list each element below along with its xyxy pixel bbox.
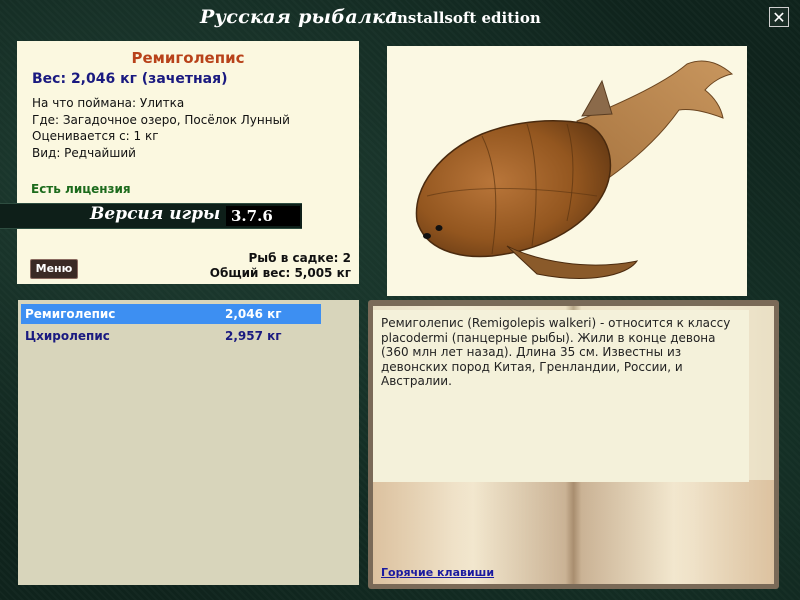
app-edition: Installsoft edition	[390, 9, 541, 27]
keepnet-stats: Рыб в садке: 2 Общий вес: 5,005 кг	[210, 251, 351, 281]
version-value: 3.7.6	[226, 206, 300, 226]
fish-count: Рыб в садке: 2	[248, 251, 352, 265]
list-item-name: Цхиролепис	[25, 329, 110, 343]
close-button[interactable]: ✕	[769, 7, 789, 27]
fish-weight: Вес: 2,046 кг (зачетная)	[32, 71, 228, 87]
list-item[interactable]: Ремиголепис 2,046 кг	[21, 304, 321, 324]
fish-image	[415, 60, 734, 279]
rarity-line: Вид: Редчайший	[32, 145, 136, 160]
fish-photo-panel	[387, 46, 747, 296]
hotkeys-link[interactable]: Горячие клавиши	[381, 566, 494, 579]
catch-info-panel: Ремиголепис Вес: 2,046 кг (зачетная) На …	[17, 41, 359, 284]
rated-from-line: Оценивается с: 1 кг	[32, 129, 159, 143]
catch-details: На что поймана: Улитка Где: Загадочное о…	[32, 95, 290, 161]
version-bar: Версия игры 3.7.6	[0, 203, 302, 229]
version-label: Версия игры	[90, 204, 221, 224]
bait-line: На что поймана: Улитка	[32, 96, 185, 110]
menu-button[interactable]: Меню	[30, 259, 78, 279]
license-status: Есть лицензия	[31, 182, 131, 196]
encyclopedia-book: Ремиголепис (Remigolepis walkeri) - отно…	[368, 300, 779, 589]
close-icon: ✕	[772, 8, 786, 27]
list-item-weight: 2,046 кг	[225, 307, 282, 321]
fish-name: Ремиголепис	[131, 49, 245, 67]
title-bar: Русская рыбалка Installsoft edition	[200, 6, 620, 32]
total-weight: Общий вес: 5,005 кг	[209, 266, 351, 280]
app-title: Русская рыбалка	[200, 6, 398, 28]
list-item[interactable]: Цхиролепис 2,957 кг	[21, 326, 321, 346]
keepnet-list: Ремиголепис 2,046 кг Цхиролепис 2,957 кг	[18, 300, 359, 585]
fish-description: Ремиголепис (Remigolepis walkeri) - отно…	[373, 310, 749, 482]
list-item-name: Ремиголепис	[25, 307, 116, 321]
list-item-weight: 2,957 кг	[225, 329, 282, 343]
location-line: Где: Загадочное озеро, Посёлок Лунный	[32, 112, 290, 127]
